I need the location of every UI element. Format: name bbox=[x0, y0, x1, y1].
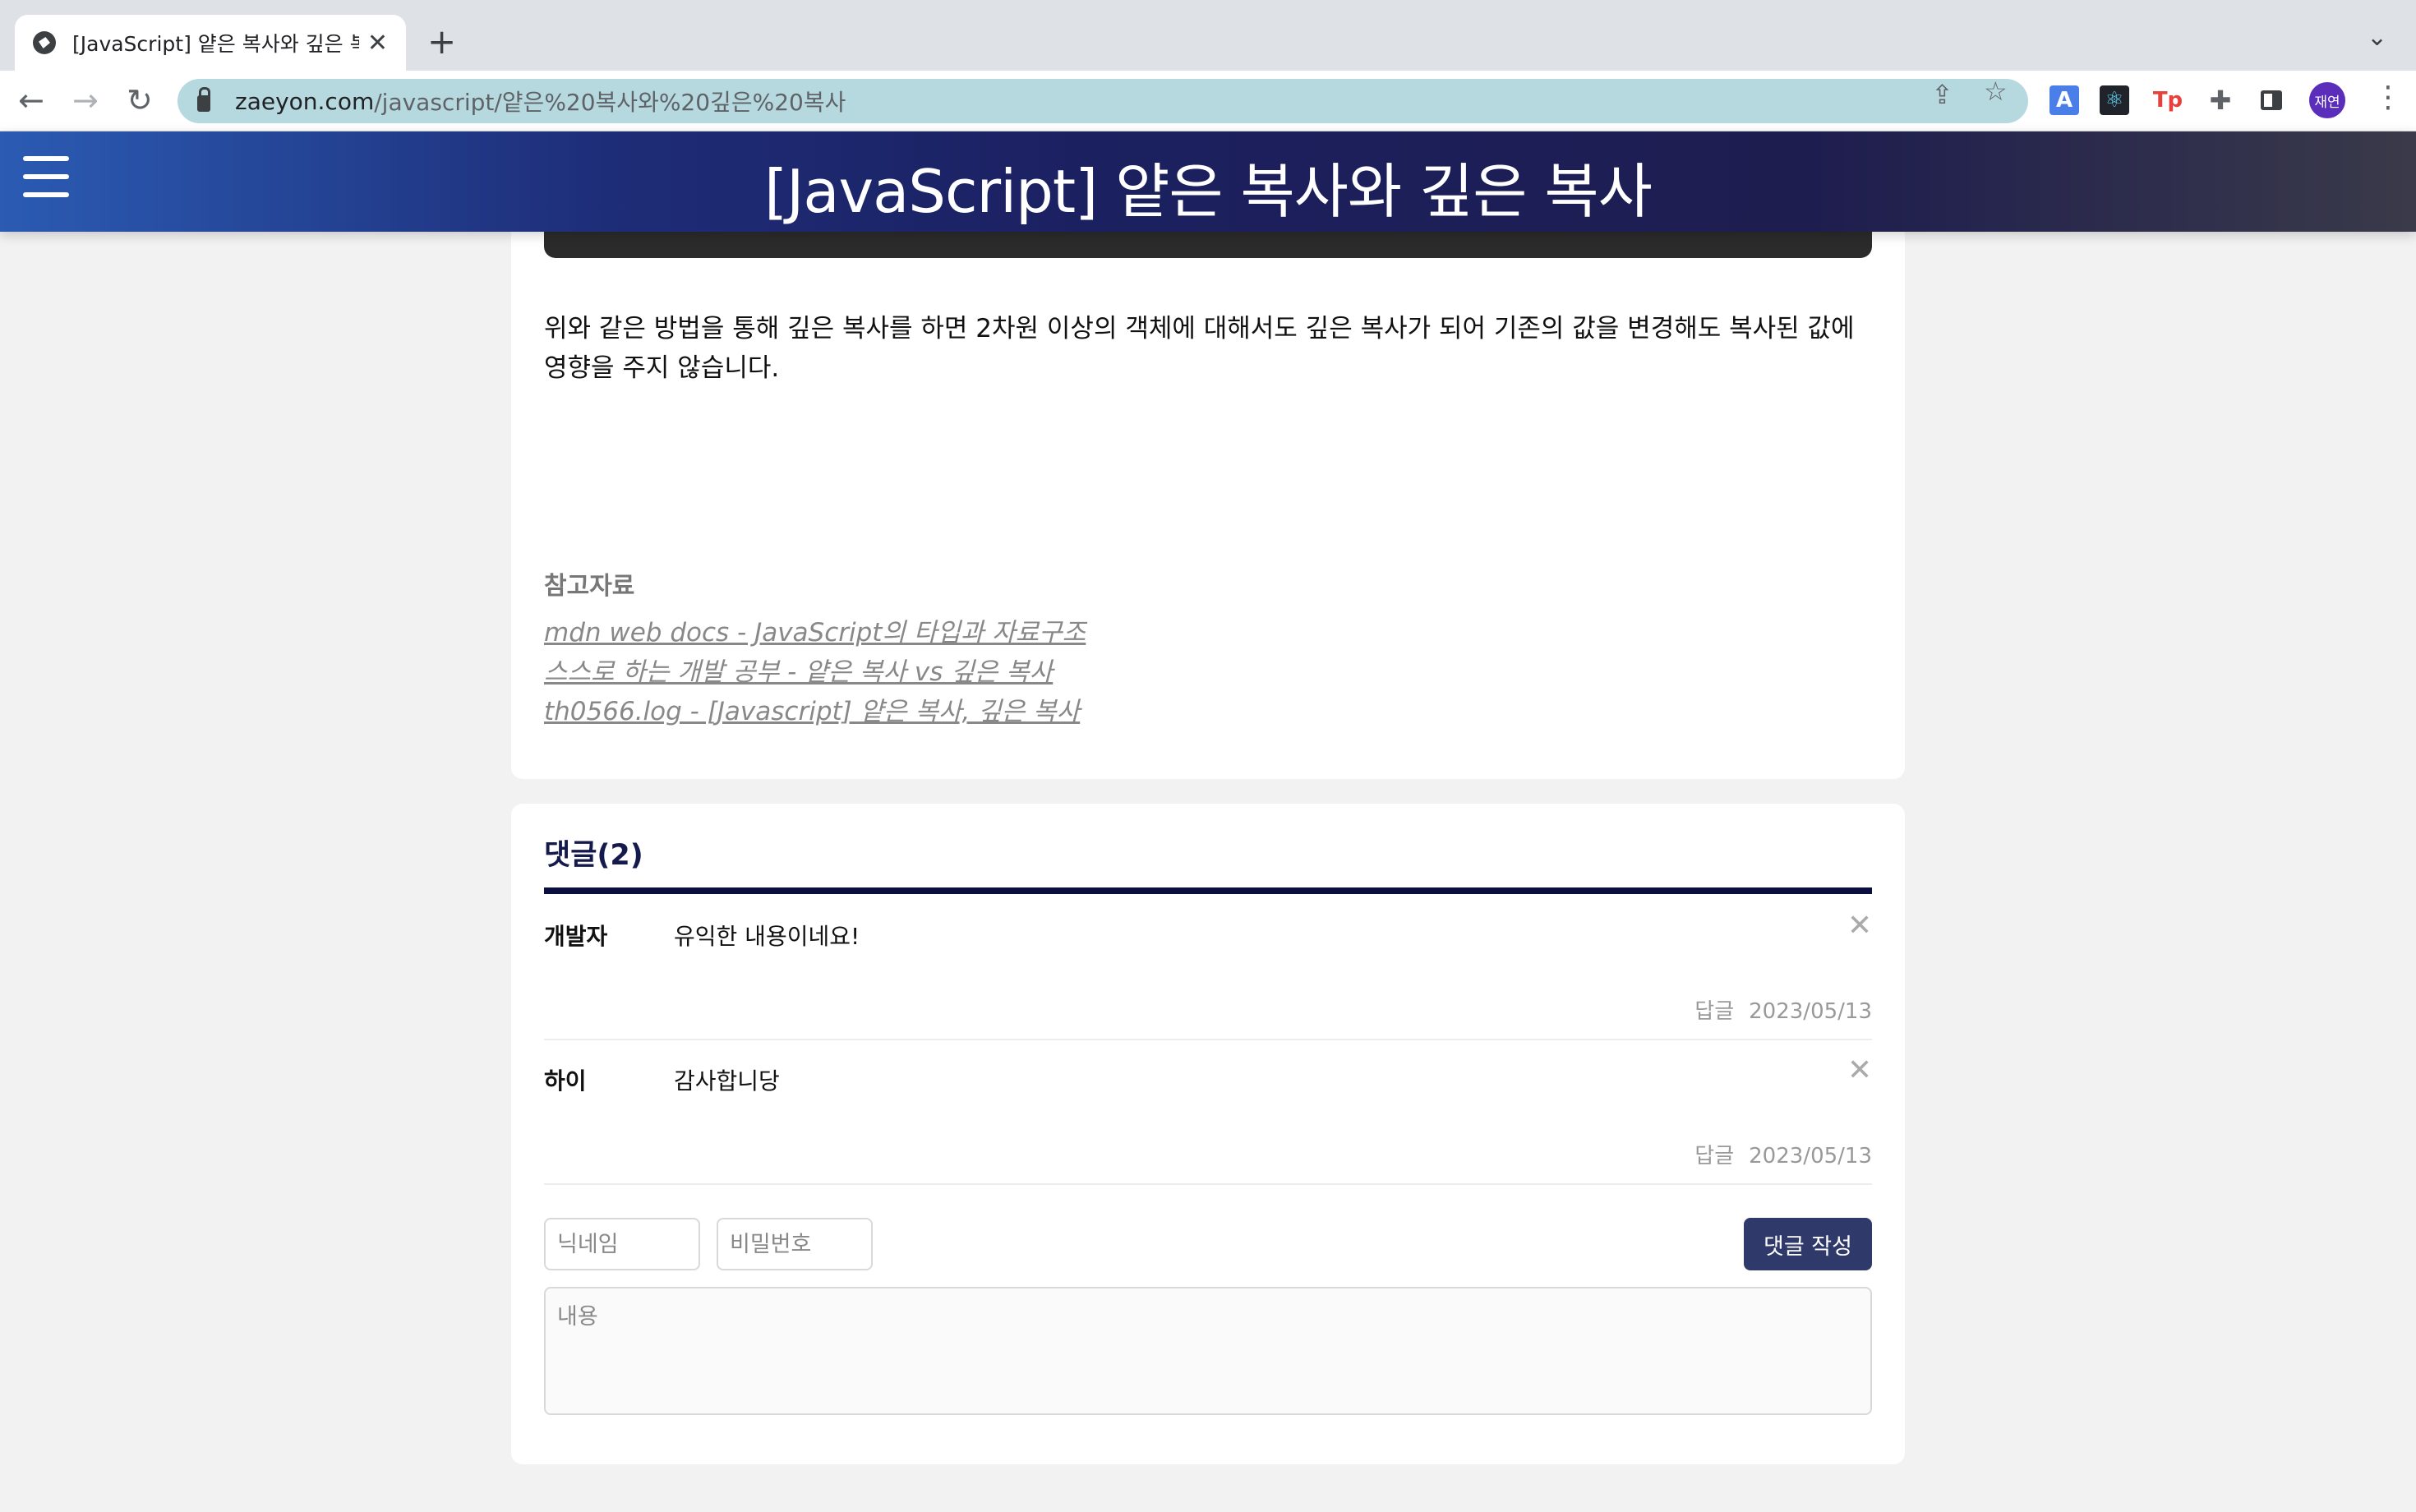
address-bar[interactable]: zaeyon.com/javascript/얕은%20복사와%20깊은%20복사 bbox=[178, 79, 2028, 123]
site-header: [JavaScript] 얕은 복사와 깊은 복사 bbox=[0, 131, 2416, 232]
reply-button[interactable]: 답글 bbox=[1694, 1144, 1734, 1169]
browser-tab-bar: [JavaScript] 얕은 복사와 깊은 복사 ✕ + ⌄ bbox=[0, 0, 2416, 71]
references-title: 참고자료 bbox=[544, 572, 635, 601]
reload-icon[interactable]: ↻ bbox=[127, 82, 153, 118]
comment-separator bbox=[544, 1039, 1872, 1040]
comment-meta: 답글 2023/05/13 bbox=[1694, 1139, 1872, 1169]
tab-search-chevron-icon[interactable]: ⌄ bbox=[2367, 23, 2387, 52]
comment-date: 2023/05/13 bbox=[1749, 999, 1872, 1024]
tab-title: [JavaScript] 얕은 복사와 깊은 복사 bbox=[72, 32, 359, 56]
profile-avatar[interactable]: 재연 bbox=[2309, 82, 2345, 118]
back-arrow-icon[interactable]: ← bbox=[18, 82, 44, 118]
comment-date: 2023/05/13 bbox=[1749, 1144, 1872, 1169]
comments-divider bbox=[544, 887, 1872, 894]
more-menu-icon[interactable]: ⋮ bbox=[2373, 81, 2403, 114]
submit-comment-button[interactable]: 댓글 작성 bbox=[1744, 1218, 1872, 1270]
url-path: /javascript/얕은%20복사와%20깊은%20복사 bbox=[374, 89, 846, 116]
share-icon[interactable]: ⇪ bbox=[1931, 79, 1953, 110]
article-paragraph: 위와 같은 방법을 통해 깊은 복사를 하면 2차원 이상의 객체에 대해서도 … bbox=[544, 314, 1855, 383]
delete-comment-icon[interactable]: ✕ bbox=[1847, 909, 1872, 943]
comment-author: 개발자 bbox=[544, 923, 608, 950]
comment-text: 유익한 내용이네요! bbox=[674, 923, 860, 950]
comment-content-textarea[interactable] bbox=[544, 1287, 1872, 1415]
comments-title: 댓글(2) bbox=[544, 839, 643, 872]
browser-toolbar: ← → ↻ zaeyon.com/javascript/얕은%20복사와%20깊… bbox=[0, 71, 2416, 131]
forward-arrow-icon[interactable]: → bbox=[72, 82, 99, 118]
translate-icon[interactable]: A bbox=[2049, 85, 2079, 115]
comment-meta: 답글 2023/05/13 bbox=[1694, 994, 1872, 1025]
comment-author: 하이 bbox=[544, 1067, 587, 1095]
reply-button[interactable]: 답글 bbox=[1694, 999, 1734, 1024]
reference-link[interactable]: 스스로 하는 개발 공부 - 얕은 복사 vs 깊은 복사 bbox=[544, 651, 1053, 688]
url-domain: zaeyon.com bbox=[235, 87, 375, 115]
browser-tab[interactable]: [JavaScript] 얕은 복사와 깊은 복사 ✕ bbox=[15, 15, 406, 71]
delete-comment-icon[interactable]: ✕ bbox=[1847, 1053, 1872, 1087]
sidepanel-icon[interactable] bbox=[2255, 84, 2288, 117]
page-title: [JavaScript] 얕은 복사와 깊은 복사 bbox=[764, 157, 1653, 226]
bookmark-star-icon[interactable]: ☆ bbox=[1984, 76, 2008, 107]
globe-icon bbox=[33, 31, 56, 54]
comment-separator bbox=[544, 1183, 1872, 1185]
close-tab-icon[interactable]: ✕ bbox=[367, 29, 388, 58]
nickname-input[interactable] bbox=[544, 1218, 700, 1270]
reference-link[interactable]: mdn web docs - JavaScript의 타입과 자료구조 bbox=[544, 611, 1086, 648]
comment-text: 감사합니당 bbox=[674, 1067, 780, 1095]
tp-icon[interactable]: Tp bbox=[2151, 84, 2184, 117]
reference-link[interactable]: th0566.log - [Javascript] 얕은 복사, 깊은 복사 bbox=[544, 690, 1080, 727]
new-tab-button[interactable]: + bbox=[427, 21, 456, 62]
lock-icon[interactable] bbox=[197, 87, 210, 112]
password-input[interactable] bbox=[717, 1218, 873, 1270]
react-devtools-icon[interactable]: ⚛ bbox=[2100, 85, 2129, 115]
puzzle-icon[interactable]: ✚ bbox=[2204, 84, 2237, 117]
